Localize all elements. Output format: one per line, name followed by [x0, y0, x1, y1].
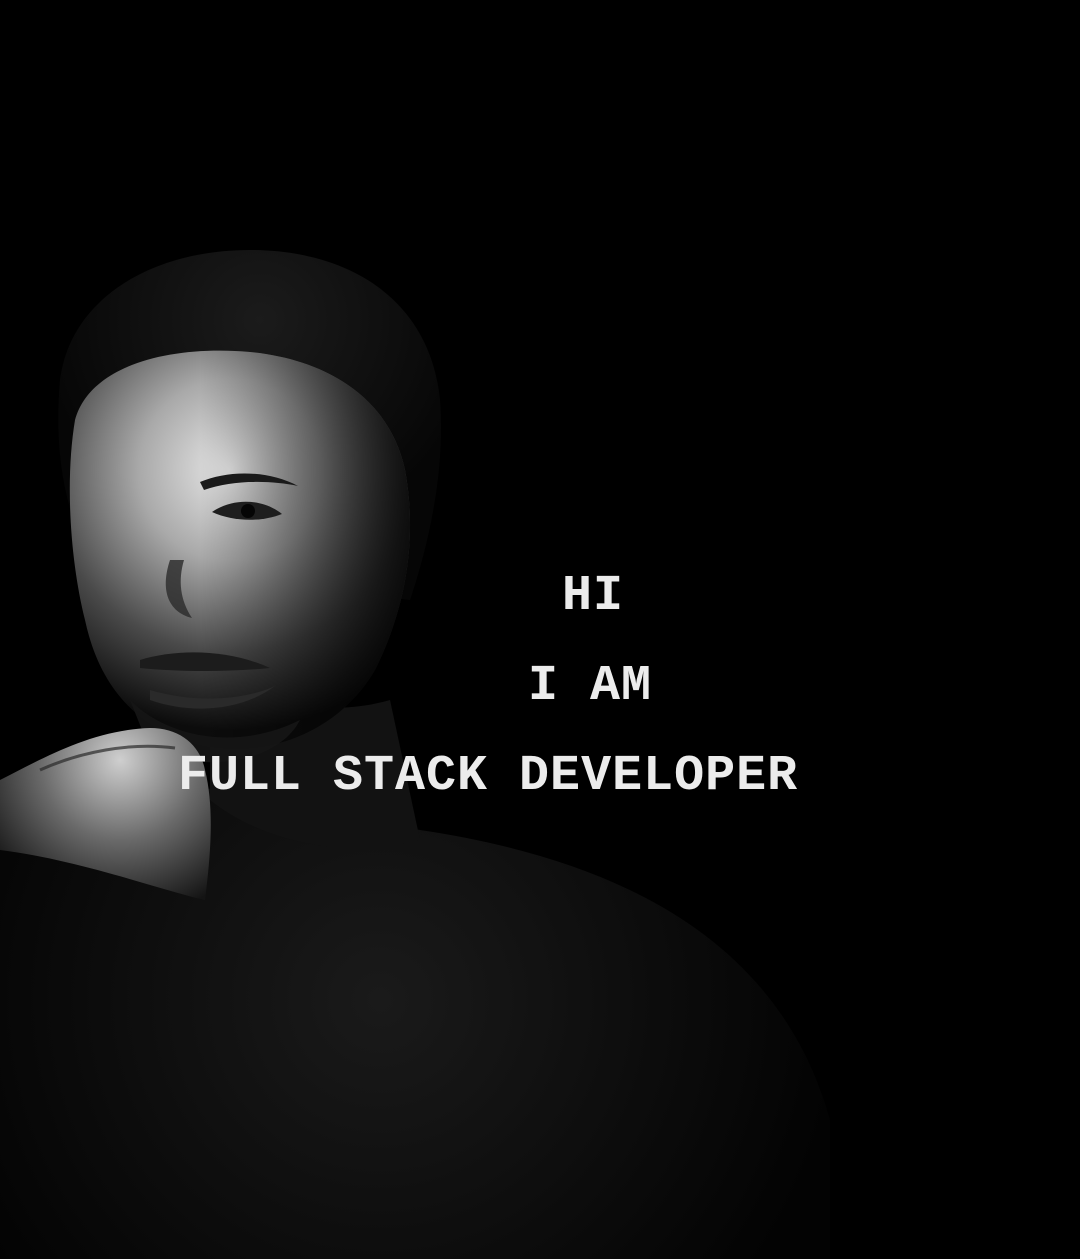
- role-title: FULL STACK DEVELOPER: [178, 748, 799, 805]
- photo-background: HI I AM FULL STACK DEVELOPER: [0, 0, 1080, 1259]
- greeting-text: HI: [562, 568, 625, 625]
- intro-text: I AM: [528, 658, 653, 715]
- intro-headline: HI I AM FULL STACK DEVELOPER: [0, 0, 1080, 1259]
